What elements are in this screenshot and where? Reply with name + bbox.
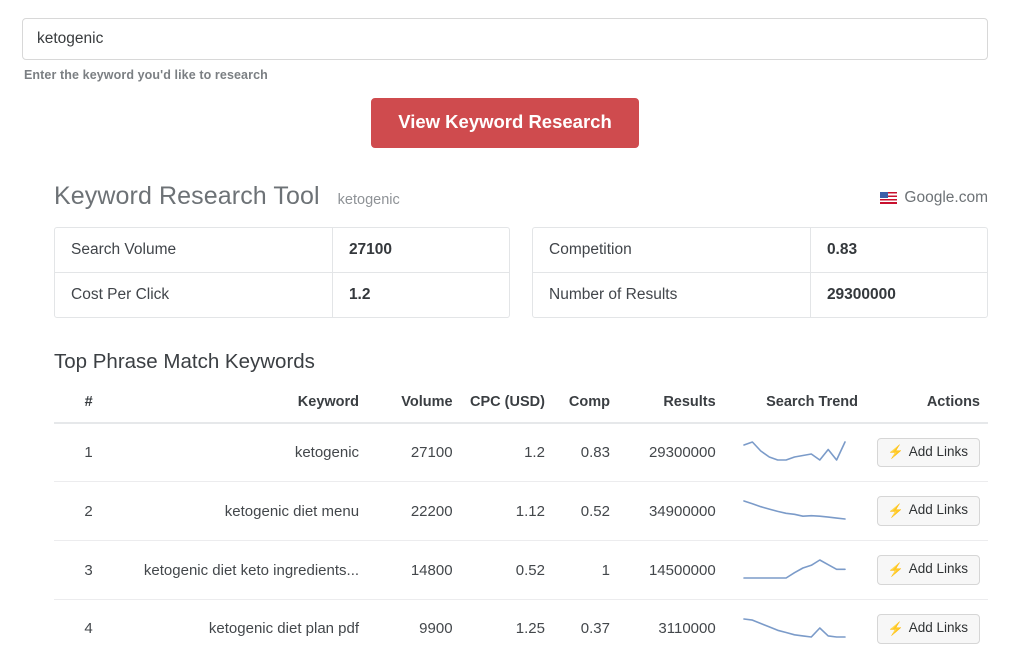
add-links-label: Add Links — [909, 445, 968, 460]
stat-row: Number of Results 29300000 — [533, 272, 987, 317]
table-header-row: # Keyword Volume CPC (USD) Comp Results … — [54, 382, 988, 423]
cell-keyword: ketogenic diet menu — [101, 482, 367, 541]
cell-keyword: ketogenic diet plan pdf — [101, 600, 367, 645]
col-header-volume: Volume — [367, 382, 461, 423]
stat-row: Search Volume 27100 — [55, 228, 509, 272]
search-form: Enter the keyword you'd like to research… — [0, 0, 1024, 148]
stat-label: Competition — [533, 228, 810, 272]
cell-search-trend — [724, 600, 866, 645]
table-row: 4ketogenic diet plan pdf99001.250.373110… — [54, 600, 988, 645]
cell-volume: 9900 — [367, 600, 461, 645]
sparkline-chart — [732, 616, 858, 642]
sparkline-chart — [732, 498, 858, 524]
keywords-section-title: Top Phrase Match Keywords — [54, 350, 988, 374]
card-subtitle-keyword: ketogenic — [338, 192, 400, 208]
cell-actions: ⚡ Add Links — [866, 482, 988, 541]
cell-actions: ⚡ Add Links — [866, 423, 988, 482]
cell-index: 3 — [54, 541, 101, 600]
cell-index: 1 — [54, 423, 101, 482]
col-header-keyword: Keyword — [101, 382, 367, 423]
keywords-table-body: 1ketogenic271001.20.8329300000⚡Add Links… — [54, 423, 988, 645]
cell-actions: ⚡ Add Links — [866, 600, 988, 645]
bolt-icon: ⚡ — [888, 563, 904, 576]
cell-search-trend — [724, 423, 866, 482]
stat-label: Number of Results — [533, 272, 810, 317]
stat-row: Cost Per Click 1.2 — [55, 272, 509, 317]
col-header-index: # — [54, 382, 101, 423]
cell-search-trend — [724, 541, 866, 600]
cell-cpc: 1.2 — [461, 423, 553, 482]
cell-cpc: 1.12 — [461, 482, 553, 541]
stats-table-left: Search Volume 27100 Cost Per Click 1.2 — [54, 227, 510, 318]
bolt-icon: ⚡ — [888, 622, 904, 635]
table-row: 1ketogenic271001.20.8329300000 ⚡ Add Links — [54, 423, 988, 482]
keyword-research-card: Keyword Research Tool ketogenic Google.c… — [54, 182, 988, 645]
add-links-button[interactable]: ⚡ Add Links — [877, 496, 980, 526]
page-title: Keyword Research Tool — [54, 182, 320, 211]
bolt-icon: ⚡ — [888, 504, 904, 517]
stats-table-right: Competition 0.83 Number of Results 29300… — [532, 227, 988, 318]
col-header-comp: Comp — [553, 382, 618, 423]
add-links-button[interactable]: ⚡ Add Links — [877, 555, 980, 585]
view-keyword-research-button[interactable]: View Keyword Research — [371, 98, 639, 148]
stat-value: 1.2 — [332, 272, 509, 317]
col-header-results: Results — [618, 382, 724, 423]
cell-results: 34900000 — [618, 482, 724, 541]
table-row: 3ketogenic diet keto ingredients...14800… — [54, 541, 988, 600]
stat-row: Competition 0.83 — [533, 228, 987, 272]
stat-label: Search Volume — [55, 228, 332, 272]
cell-comp: 0.52 — [553, 482, 618, 541]
us-flag-icon — [880, 192, 897, 204]
col-header-search-trend: Search Trend — [724, 382, 866, 423]
cell-comp: 1 — [553, 541, 618, 600]
cell-results: 29300000 — [618, 423, 724, 482]
sparkline-chart — [732, 439, 858, 465]
search-help-text: Enter the keyword you'd like to research — [24, 68, 988, 82]
col-header-cpc: CPC (USD) — [461, 382, 553, 423]
cell-keyword: ketogenic — [101, 423, 367, 482]
cell-volume: 14800 — [367, 541, 461, 600]
add-links-label: Add Links — [909, 503, 968, 518]
page-root: Enter the keyword you'd like to research… — [0, 0, 1024, 645]
card-header: Keyword Research Tool ketogenic Google.c… — [54, 182, 988, 211]
cell-index: 4 — [54, 600, 101, 645]
cell-results: 14500000 — [618, 541, 724, 600]
add-links-button[interactable]: ⚡ Add Links — [877, 438, 980, 468]
col-header-actions: Actions — [866, 382, 988, 423]
cell-volume: 22200 — [367, 482, 461, 541]
search-engine-label: Google.com — [904, 189, 988, 207]
sparkline-chart — [732, 557, 858, 583]
cell-index: 2 — [54, 482, 101, 541]
cell-cpc: 0.52 — [461, 541, 553, 600]
stat-value: 0.83 — [810, 228, 987, 272]
cell-comp: 0.37 — [553, 600, 618, 645]
stat-value: 29300000 — [810, 272, 987, 317]
cell-volume: 27100 — [367, 423, 461, 482]
add-links-button[interactable]: ⚡ Add Links — [877, 614, 980, 644]
table-row: 2ketogenic diet menu222001.120.523490000… — [54, 482, 988, 541]
bolt-icon: ⚡ — [888, 445, 904, 458]
keywords-table: # Keyword Volume CPC (USD) Comp Results … — [54, 382, 988, 645]
add-links-label: Add Links — [909, 562, 968, 577]
stat-value: 27100 — [332, 228, 509, 272]
keyword-input[interactable] — [22, 18, 988, 60]
cell-search-trend — [724, 482, 866, 541]
cell-results: 3110000 — [618, 600, 724, 645]
stats-row: Search Volume 27100 Cost Per Click 1.2 C… — [54, 227, 988, 318]
cell-actions: ⚡ Add Links — [866, 541, 988, 600]
cell-cpc: 1.25 — [461, 600, 553, 645]
add-links-label: Add Links — [909, 621, 968, 636]
search-engine-indicator: Google.com — [880, 189, 988, 207]
submit-row: View Keyword Research — [22, 98, 988, 148]
cell-comp: 0.83 — [553, 423, 618, 482]
cell-keyword: ketogenic diet keto ingredients... — [101, 541, 367, 600]
stat-label: Cost Per Click — [55, 272, 332, 317]
